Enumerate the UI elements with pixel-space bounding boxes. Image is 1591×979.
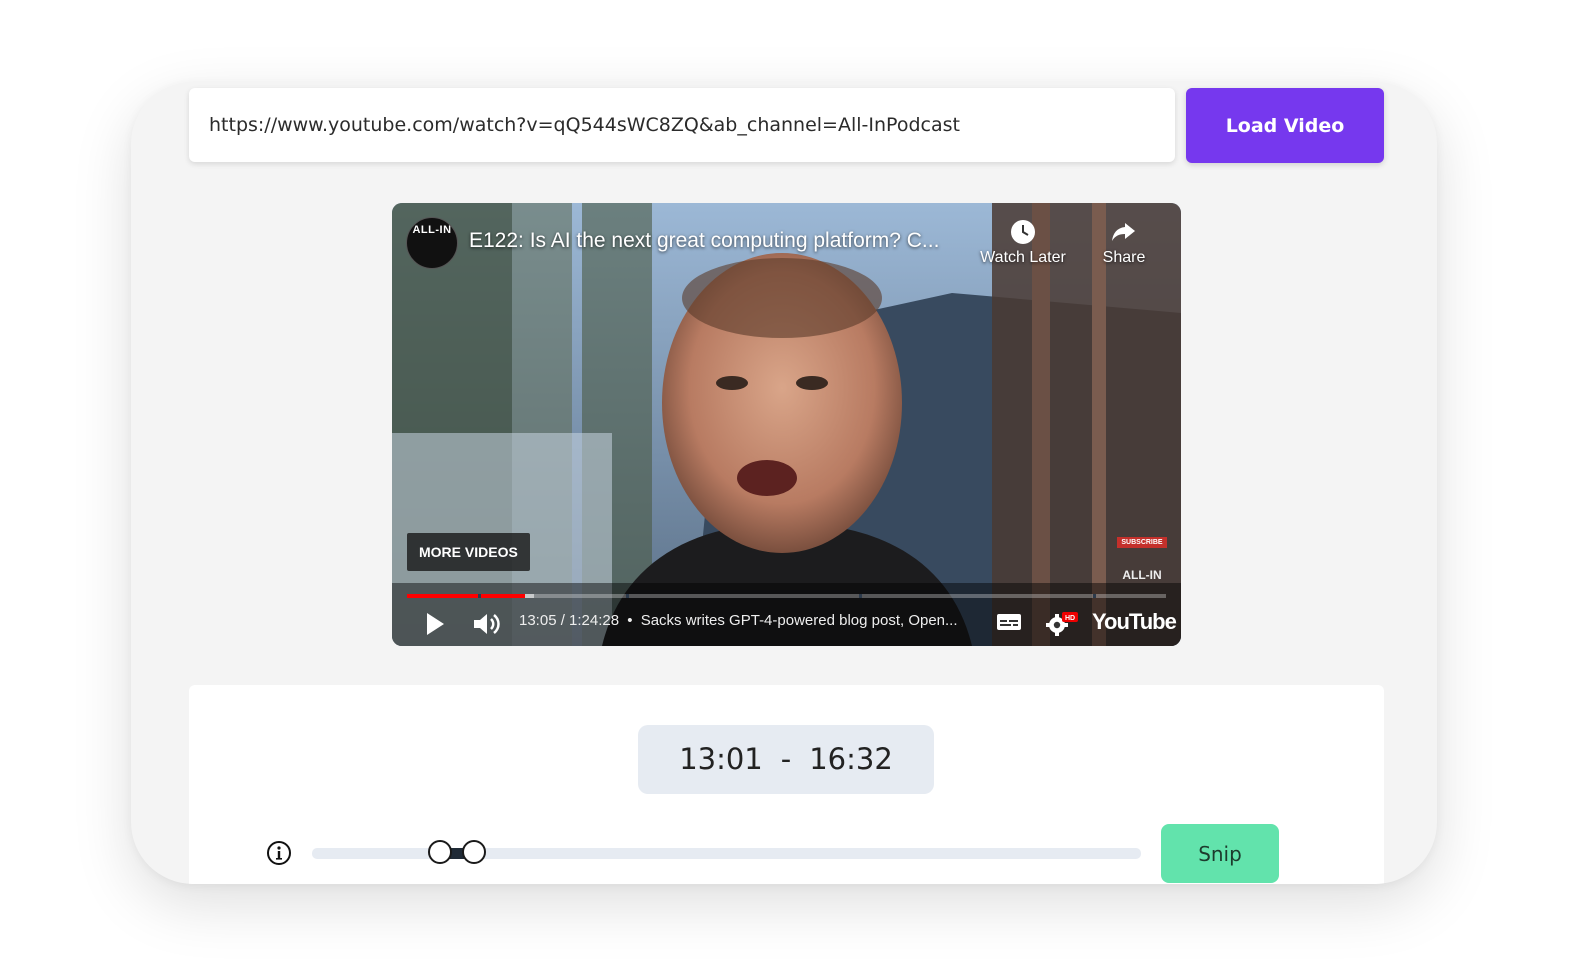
share-button[interactable]: Share	[1069, 219, 1179, 267]
load-video-button[interactable]: Load Video	[1186, 88, 1384, 163]
volume-icon[interactable]	[472, 611, 502, 637]
more-videos-button[interactable]: MORE VIDEOS	[407, 533, 530, 571]
info-icon[interactable]	[266, 840, 292, 866]
video-title[interactable]: E122: Is AI the next great computing pla…	[469, 229, 939, 253]
snip-button[interactable]: Snip	[1161, 824, 1279, 883]
watermark-text: ALL-IN	[1122, 568, 1162, 582]
youtube-logo[interactable]: YouTube	[1092, 609, 1177, 635]
share-icon	[1112, 223, 1135, 241]
chapter-title[interactable]: Sacks writes GPT-4-powered blog post, Op…	[641, 612, 958, 629]
subscribe-badge: SUBSCRIBE	[1117, 537, 1167, 548]
range-start-time: 13:01	[679, 742, 763, 776]
progress-buffered	[524, 594, 534, 598]
range-start-handle[interactable]	[427, 840, 452, 864]
play-icon[interactable]	[424, 611, 446, 637]
range-slider-track[interactable]	[312, 840, 1141, 864]
range-end-handle[interactable]	[462, 840, 487, 864]
hd-badge: HD	[1065, 615, 1075, 622]
video-frame	[392, 203, 1181, 646]
player-controls: 13:05 / 1:24:28 • Sacks writes GPT-4-pow…	[392, 603, 1181, 646]
channel-logo[interactable]: ALL-IN	[406, 217, 458, 269]
watch-later-label: Watch Later	[980, 249, 1066, 266]
chapter-marker	[626, 594, 629, 598]
video-progress-bar[interactable]	[407, 594, 1166, 598]
snip-panel: 13:01-16:32 Snip	[189, 685, 1384, 884]
channel-logo-text: ALL-IN	[412, 224, 452, 236]
progress-played	[407, 594, 525, 598]
range-separator: -	[780, 742, 792, 776]
range-end-time: 16:32	[809, 742, 893, 776]
time-separator: •	[627, 612, 633, 629]
chapter-marker	[859, 594, 862, 598]
time-display: 13:05 / 1:24:28	[519, 612, 620, 629]
clock-icon	[1011, 220, 1035, 244]
chapter-marker	[478, 594, 481, 598]
chapter-marker	[1093, 594, 1096, 598]
url-bar	[189, 88, 1175, 162]
video-player[interactable]: ALL-IN E122: Is AI the next great comput…	[392, 203, 1181, 646]
app-window: Load Video	[131, 82, 1437, 884]
watch-later-button[interactable]: Watch Later	[968, 219, 1078, 267]
captions-icon[interactable]	[996, 611, 1022, 633]
selected-range-display: 13:01-16:32	[638, 725, 934, 794]
gear-icon[interactable]: HD	[1045, 611, 1079, 637]
share-label: Share	[1102, 249, 1146, 266]
url-input[interactable]	[209, 88, 1149, 162]
time-and-chapter: 13:05 / 1:24:28 • Sacks writes GPT-4-pow…	[519, 612, 958, 629]
channel-watermark[interactable]: SUBSCRIBE ALL-IN	[1117, 537, 1167, 582]
